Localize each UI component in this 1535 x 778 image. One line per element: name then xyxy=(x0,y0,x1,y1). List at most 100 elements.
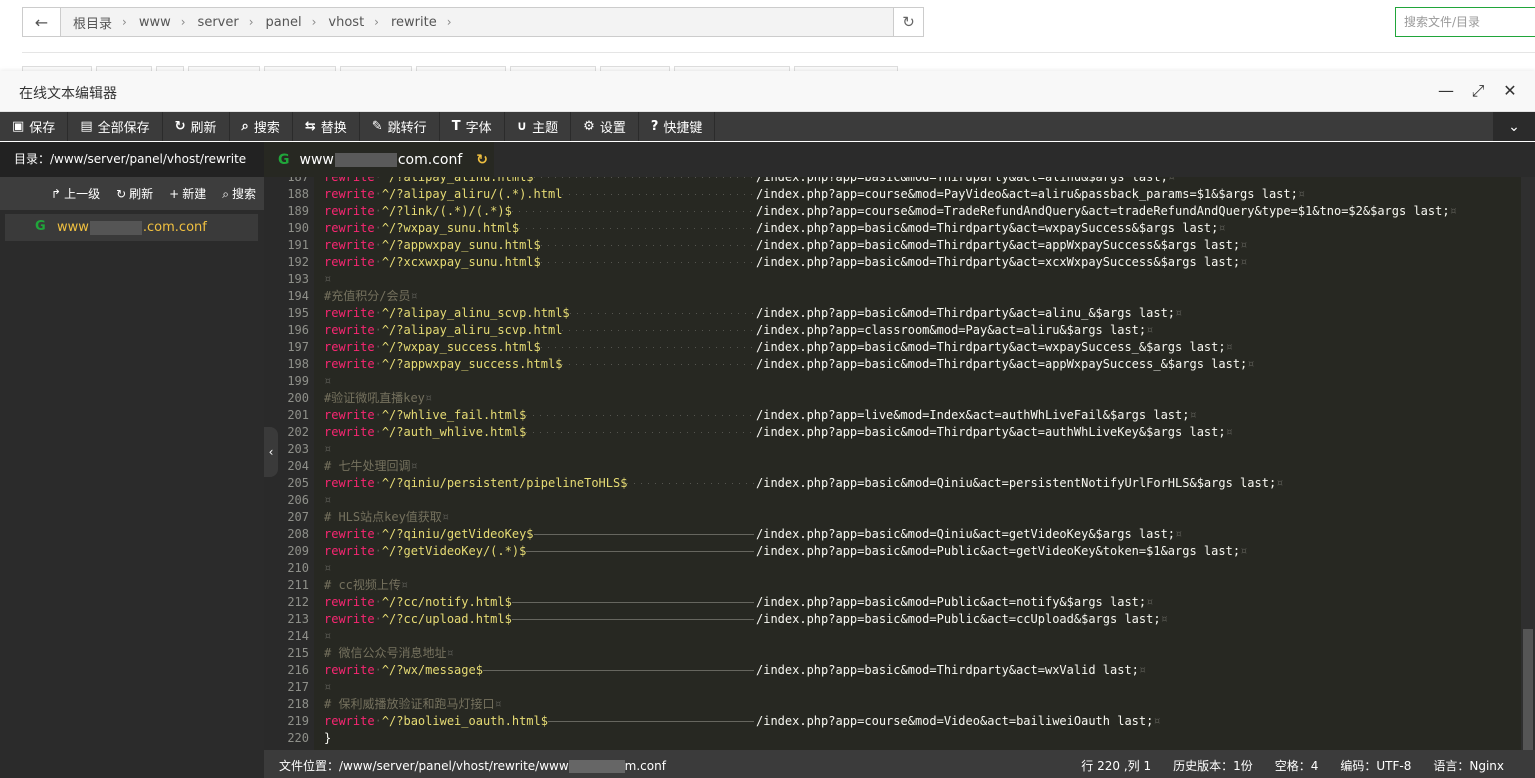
alignment-fill xyxy=(526,415,754,416)
scrollbar-thumb[interactable] xyxy=(1523,629,1533,754)
encoding-setting[interactable]: 编码：UTF-8 xyxy=(1340,757,1411,774)
rewrite-pattern: ^/?alipay_alinu_scvp.html$ xyxy=(381,306,570,320)
toolbar-button-replace[interactable]: ⇆ 替换 xyxy=(293,112,360,141)
file-location-suffix: m.conf xyxy=(624,759,666,773)
breadcrumb-item[interactable]: 根目录 › xyxy=(67,13,133,32)
tab-name-prefix: www xyxy=(299,151,334,168)
minimize-icon[interactable]: — xyxy=(1437,83,1455,99)
toolbar-button-goto-line[interactable]: ✎ 跳转行 xyxy=(360,112,440,141)
whitespace-marker: · xyxy=(374,476,382,490)
code-line: rewrite·^/?wxpay_success.html$ /index.php… xyxy=(324,339,1233,356)
rewrite-destination: /index.php?app=basic&mod=Thirdparty&act=… xyxy=(756,177,1168,184)
rewrite-destination: /index.php?app=basic&mod=Public&act=ccUp… xyxy=(756,612,1161,626)
toolbar-button-font[interactable]: T 字体 xyxy=(440,112,505,141)
breadcrumb-label: vhost xyxy=(328,14,365,30)
line-number: 207 xyxy=(287,510,309,524)
alignment-fill xyxy=(533,177,754,178)
whitespace-marker: · xyxy=(374,221,382,235)
sidebar-action-new[interactable]: + 新建 xyxy=(169,185,206,202)
breadcrumb-item[interactable]: server › xyxy=(192,15,260,30)
whitespace-marker: · xyxy=(374,340,382,354)
toolbar-button-refresh[interactable]: ↻ 刷新 xyxy=(163,112,230,141)
rewrite-destination: /index.php?app=basic&mod=Thirdparty&act=… xyxy=(756,425,1226,439)
line-end-marker: ¤ xyxy=(1175,306,1183,320)
code-line: rewrite·^/?qiniu/getVideoKey$ /index.php?… xyxy=(324,526,1182,543)
code-line: rewrite·^/?qiniu/persistent/pipelineToHL… xyxy=(324,475,1283,492)
line-end-marker: ¤ xyxy=(1146,323,1154,337)
sidebar-action-up-level[interactable]: ↱ 上一级 xyxy=(51,185,100,202)
code-text: } xyxy=(324,731,332,745)
rewrite-pattern: ^/?alipay_aliru_scvp.html xyxy=(381,323,563,337)
sidebar-action-label: 上一级 xyxy=(64,187,101,201)
toolbar-button-theme[interactable]: ∪ 主题 xyxy=(505,112,572,141)
whitespace-marker: · xyxy=(374,306,382,320)
rewrite-destination: /index.php?app=basic&mod=Thirdparty&act=… xyxy=(756,663,1139,677)
breadcrumb-label: server xyxy=(197,14,239,30)
language-mode[interactable]: 语言：Nginx xyxy=(1433,757,1504,774)
breadcrumb-item[interactable]: rewrite › xyxy=(385,15,458,30)
toolbar-button-label: 全部保存 xyxy=(97,121,150,136)
font-icon: T xyxy=(451,119,461,134)
code-area[interactable]: 187 rewrite·^/?alipay_alinu.html$/index.p… xyxy=(264,177,1535,758)
collapse-sidebar-button[interactable]: ‹ xyxy=(264,427,278,477)
modified-indicator-icon: ↻ xyxy=(476,151,489,168)
history-versions[interactable]: 历史版本：1份 xyxy=(1173,757,1253,774)
line-end-marker: ¤ xyxy=(410,289,418,303)
breadcrumb-item[interactable]: vhost › xyxy=(322,15,385,30)
rewrite-pattern: ^/?cc/notify.html$ xyxy=(381,595,512,609)
reload-button[interactable]: ↻ xyxy=(893,8,923,36)
maximize-icon[interactable]: ⤢ xyxy=(1469,83,1487,99)
editor-main: 目录：/www/server/panel/vhost/rewrite ↱ 上一级 ↻… xyxy=(0,142,1535,778)
sidebar-file-item[interactable]: G www .com.conf xyxy=(5,214,258,241)
directive-keyword: rewrite xyxy=(324,187,375,201)
rewrite-destination: /index.php?app=live&mod=Index&act=authWh… xyxy=(756,408,1190,422)
close-icon[interactable]: ✕ xyxy=(1501,83,1519,99)
chevron-right-icon: › xyxy=(374,15,379,29)
line-end-marker: ¤ xyxy=(324,493,332,507)
line-number: 192 xyxy=(287,255,309,269)
breadcrumb-item[interactable]: panel › xyxy=(260,15,323,30)
up-level-icon: ↱ xyxy=(51,187,62,201)
code-line: rewrite·^/?alipay_aliru_scvp.html/index.… xyxy=(324,322,1153,339)
line-number: 214 xyxy=(287,629,309,643)
sidebar-action-refresh[interactable]: ↻ 刷新 xyxy=(116,185,153,202)
breadcrumb-label: www xyxy=(138,14,171,30)
alignment-fill xyxy=(569,313,754,314)
arrow-left-icon: ← xyxy=(34,12,49,32)
line-end-marker: ¤ xyxy=(494,697,502,711)
toolbar-button-save-all[interactable]: ▤ 全部保存 xyxy=(68,112,163,141)
toolbar-button-label: 替换 xyxy=(320,121,347,136)
file-sidebar: 目录：/www/server/panel/vhost/rewrite ↱ 上一级 ↻… xyxy=(0,142,264,778)
alignment-fill xyxy=(533,534,754,535)
line-number: 216 xyxy=(287,663,309,677)
toolbar-button-settings[interactable]: ⚙ 设置 xyxy=(571,112,639,141)
indent-setting[interactable]: 空格：4 xyxy=(1275,757,1319,774)
alignment-fill xyxy=(540,245,754,246)
vertical-scrollbar[interactable] xyxy=(1521,177,1535,758)
alignment-fill xyxy=(526,551,754,552)
tab-file[interactable]: G www com.conf ↻ xyxy=(264,142,494,177)
toolbar-button-search[interactable]: ⌕ 搜索 xyxy=(230,112,293,141)
rewrite-pattern: ^/?appwxpay_success.html$ xyxy=(381,357,563,371)
sidebar-actions: ↱ 上一级 ↻ 刷新 + 新建 ⌕ 搜索 xyxy=(0,177,264,210)
whitespace-marker: · xyxy=(374,425,382,439)
code-line: # 保利威播放验证和跑马灯接口¤ xyxy=(324,696,502,713)
toolbar-button-save[interactable]: ▣ 保存 xyxy=(0,112,69,141)
back-button[interactable]: ← xyxy=(23,8,61,36)
file-g-icon: G xyxy=(278,151,290,168)
code-line: rewrite·^/?alipay_alinu_scvp.html$ /index… xyxy=(324,305,1182,322)
search-file-input[interactable]: 搜索文件/目录 xyxy=(1395,7,1535,37)
whitespace-marker: · xyxy=(374,177,382,184)
sidebar-action-search[interactable]: ⌕ 搜索 xyxy=(222,185,256,202)
cursor-position[interactable]: 行 220 ,列 1 xyxy=(1081,757,1151,774)
toolbar-button-shortcut[interactable]: ? 快捷键 xyxy=(639,112,716,141)
line-end-marker: ¤ xyxy=(1189,408,1197,422)
redacted-mask xyxy=(568,760,625,773)
code-line: ¤ xyxy=(324,492,331,509)
tab-name-suffix: com.conf xyxy=(397,151,463,168)
window-titlebar: 在线文本编辑器 — ⤢ ✕ xyxy=(0,71,1535,112)
breadcrumb-item[interactable]: www › xyxy=(133,15,192,30)
line-end-marker: ¤ xyxy=(424,391,433,405)
toolbar-toggle-button[interactable]: ⌄ xyxy=(1493,112,1535,141)
line-end-marker: ¤ xyxy=(324,374,332,388)
